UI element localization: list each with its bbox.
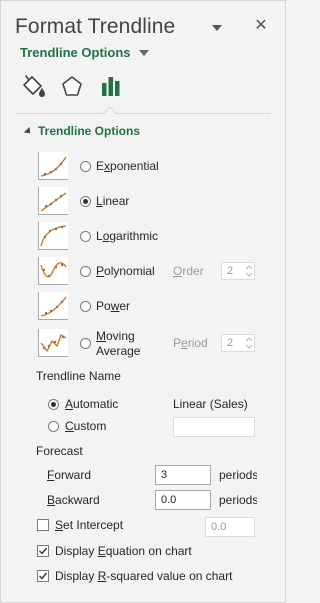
- format-trendline-pane: Format Trendline ✕ Trendline Options Tre…: [0, 0, 286, 603]
- pentagon-icon: [62, 76, 82, 96]
- tabs-separator: [15, 113, 271, 114]
- pane-options-button[interactable]: [208, 19, 226, 37]
- logarithmic-radio[interactable]: [80, 231, 91, 242]
- custom-name-input[interactable]: [173, 417, 255, 437]
- display-rsquared-checkbox[interactable]: [37, 570, 49, 582]
- exponential-radio[interactable]: [80, 161, 91, 172]
- exponential-thumbnail: [38, 152, 68, 180]
- display-rsquared-label[interactable]: Display R-squared value on chart: [55, 569, 232, 583]
- fill-line-tab[interactable]: [18, 71, 48, 101]
- close-button[interactable]: ✕: [252, 16, 270, 34]
- forecast-heading: Forecast: [36, 444, 83, 458]
- moving-average-radio[interactable]: [80, 338, 91, 349]
- paint-bucket-icon: [23, 75, 45, 97]
- forward-label: Forward: [47, 468, 92, 482]
- bar-chart-icon: [102, 77, 120, 96]
- linear-radio[interactable]: [80, 196, 91, 207]
- automatic-radio[interactable]: [48, 399, 59, 410]
- backward-unit: periods: [219, 493, 257, 507]
- order-label: Order: [173, 264, 204, 278]
- power-radio[interactable]: [80, 301, 91, 312]
- options-dropdown-label: Trendline Options: [20, 45, 131, 60]
- automatic-name-value: Linear (Sales): [173, 397, 248, 411]
- order-spinner[interactable]: 2: [221, 262, 255, 280]
- logarithmic-curve-icon: [40, 225, 67, 247]
- close-icon: ✕: [254, 17, 268, 34]
- pane-title: Format Trendline: [15, 15, 176, 38]
- intercept-input[interactable]: 0.0: [205, 517, 255, 537]
- exponential-label[interactable]: Exponential: [96, 159, 159, 173]
- backward-input[interactable]: 0.0: [155, 490, 211, 510]
- backward-label: Backward: [47, 493, 100, 507]
- period-label: Period: [173, 336, 208, 350]
- trendline-options-section-toggle[interactable]: Trendline Options: [23, 124, 140, 138]
- exponential-curve-icon: [40, 156, 67, 177]
- custom-label[interactable]: Custom: [65, 419, 106, 433]
- power-curve-icon: [40, 296, 67, 317]
- polynomial-thumbnail: [38, 257, 68, 285]
- linear-line-icon: [40, 192, 67, 212]
- display-equation-checkbox[interactable]: [37, 545, 49, 557]
- options-dropdown[interactable]: Trendline Options: [20, 45, 149, 60]
- set-intercept-label[interactable]: Set Intercept: [55, 518, 123, 532]
- dropdown-caret-icon: [138, 49, 149, 56]
- custom-radio[interactable]: [48, 421, 59, 432]
- checkmark-icon: [39, 572, 48, 580]
- polynomial-curve-icon: [40, 262, 67, 278]
- logarithmic-thumbnail: [38, 222, 68, 250]
- selected-tab-indicator: [103, 107, 117, 114]
- order-value: 2: [227, 265, 234, 277]
- display-equation-label[interactable]: Display Equation on chart: [55, 544, 192, 558]
- automatic-label[interactable]: Automatic: [65, 397, 118, 411]
- section-title: Trendline Options: [38, 124, 141, 138]
- polynomial-radio[interactable]: [80, 266, 91, 277]
- period-value: 2: [227, 337, 234, 349]
- moving-average-icon: [40, 334, 67, 353]
- forward-input[interactable]: 3: [155, 465, 211, 485]
- trendline-options-tab[interactable]: [96, 71, 126, 101]
- power-label[interactable]: Power: [96, 299, 130, 313]
- forward-unit: periods: [219, 468, 257, 482]
- moving-average-label[interactable]: Moving Average: [96, 329, 140, 359]
- linear-label[interactable]: Linear: [96, 194, 129, 208]
- checkmark-icon: [39, 547, 48, 555]
- polynomial-label[interactable]: Polynomial: [96, 264, 155, 278]
- spinner-arrows-icon[interactable]: [246, 265, 252, 277]
- logarithmic-label[interactable]: Logarithmic: [96, 229, 158, 243]
- effects-tab[interactable]: [57, 71, 87, 101]
- radio-selected-dot: [83, 199, 88, 204]
- moving-average-thumbnail: [38, 329, 68, 357]
- power-thumbnail: [38, 292, 68, 320]
- collapse-arrow-icon: [23, 126, 34, 136]
- period-spinner[interactable]: 2: [221, 334, 255, 352]
- spinner-arrows-icon[interactable]: [246, 337, 252, 349]
- radio-selected-dot: [51, 402, 56, 407]
- chevron-down-icon: [212, 25, 222, 31]
- trendline-name-heading: Trendline Name: [36, 369, 121, 383]
- linear-thumbnail: [38, 187, 68, 215]
- set-intercept-checkbox[interactable]: [37, 519, 49, 531]
